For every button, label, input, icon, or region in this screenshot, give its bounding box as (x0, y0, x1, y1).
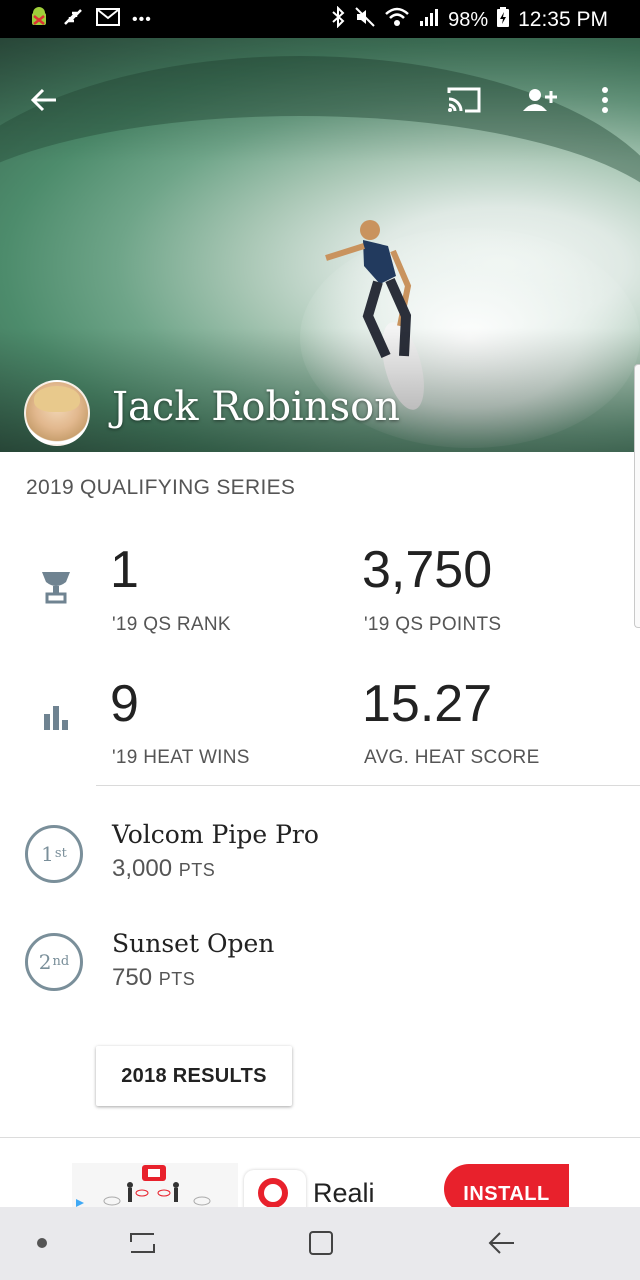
athlete-name: Jack Robinson (112, 384, 400, 430)
event-points: 750 PTS (112, 964, 274, 992)
more-options-button[interactable] (590, 80, 620, 120)
points-value: 750 (112, 964, 153, 991)
heat-wins-value: 9 (110, 675, 139, 733)
avg-heat-score-label: AVG. HEAT SCORE (364, 747, 540, 768)
ad-image[interactable] (72, 1163, 238, 1207)
recent-apps-icon (130, 1233, 155, 1253)
app-logo-icon (258, 1178, 288, 1208)
home-icon (309, 1231, 333, 1255)
qs-points-label: '19 QS POINTS (364, 614, 502, 635)
avatar-hair (34, 386, 80, 412)
section-title: 2019 QUALIFYING SERIES (26, 476, 296, 499)
event-name: Sunset Open (112, 929, 275, 958)
place-number: 2 (38, 950, 52, 974)
place-badge: 1st (25, 825, 83, 883)
qs-rank-value: 1 (110, 541, 139, 599)
bar-chart-icon (44, 706, 70, 737)
status-bar: ••• 98% 12:35 PM (0, 0, 640, 38)
trophy-icon (40, 570, 72, 609)
points-unit: PTS (158, 969, 196, 989)
place-number: 1 (41, 842, 54, 866)
prev-results-button[interactable]: 2018 RESULTS (96, 1046, 292, 1106)
event-points: 3,000 PTS (112, 855, 319, 883)
nav-dot[interactable] (37, 1238, 47, 1248)
home-button[interactable] (306, 1228, 336, 1263)
more-vert-icon (602, 87, 608, 113)
points-value: 3,000 (112, 855, 173, 882)
person-add-icon (523, 89, 557, 111)
wifi-icon (384, 6, 410, 34)
back-button[interactable] (24, 80, 64, 120)
qs-rank-label: '19 QS RANK (112, 614, 231, 635)
recent-apps-button[interactable] (128, 1228, 158, 1263)
athlete-avatar (24, 380, 90, 446)
points-unit: PTS (178, 860, 216, 880)
android-debug-icon (28, 6, 50, 34)
avg-heat-score-value: 15.27 (362, 675, 493, 733)
follow-athlete-button[interactable] (520, 80, 560, 120)
signal-icon (418, 6, 440, 34)
system-status: 98% 12:35 PM (330, 5, 608, 34)
scroll-handle[interactable] (634, 364, 640, 628)
place-badge: 2nd (25, 933, 83, 991)
result-item[interactable]: Sunset Open 750 PTS (112, 929, 274, 992)
qs-points-value: 3,750 (362, 541, 493, 599)
arrow-left-icon (30, 88, 56, 112)
event-name: Volcom Pipe Pro (112, 820, 319, 849)
cast-icon (447, 87, 481, 113)
hero-banner: Jack Robinson (0, 38, 640, 452)
nav-back-icon (488, 1232, 514, 1254)
divider (96, 785, 640, 786)
gmail-icon (96, 7, 120, 33)
transfer-icon (62, 6, 84, 34)
result-item[interactable]: Volcom Pipe Pro 3,000 PTS (112, 820, 319, 883)
notification-icons: ••• (28, 6, 152, 34)
nav-back-button[interactable] (486, 1228, 516, 1263)
battery-icon (496, 6, 510, 34)
ad-title[interactable]: Reali (313, 1178, 375, 1209)
cast-button[interactable] (444, 80, 484, 120)
ad-illustration (76, 1165, 211, 1207)
mute-icon (354, 6, 376, 34)
battery-percent: 98% (448, 8, 489, 31)
heat-wins-label: '19 HEAT WINS (112, 747, 250, 768)
bluetooth-icon (330, 5, 346, 34)
clock: 12:35 PM (518, 8, 608, 31)
divider (0, 1137, 640, 1138)
more-notifications: ••• (132, 11, 152, 28)
